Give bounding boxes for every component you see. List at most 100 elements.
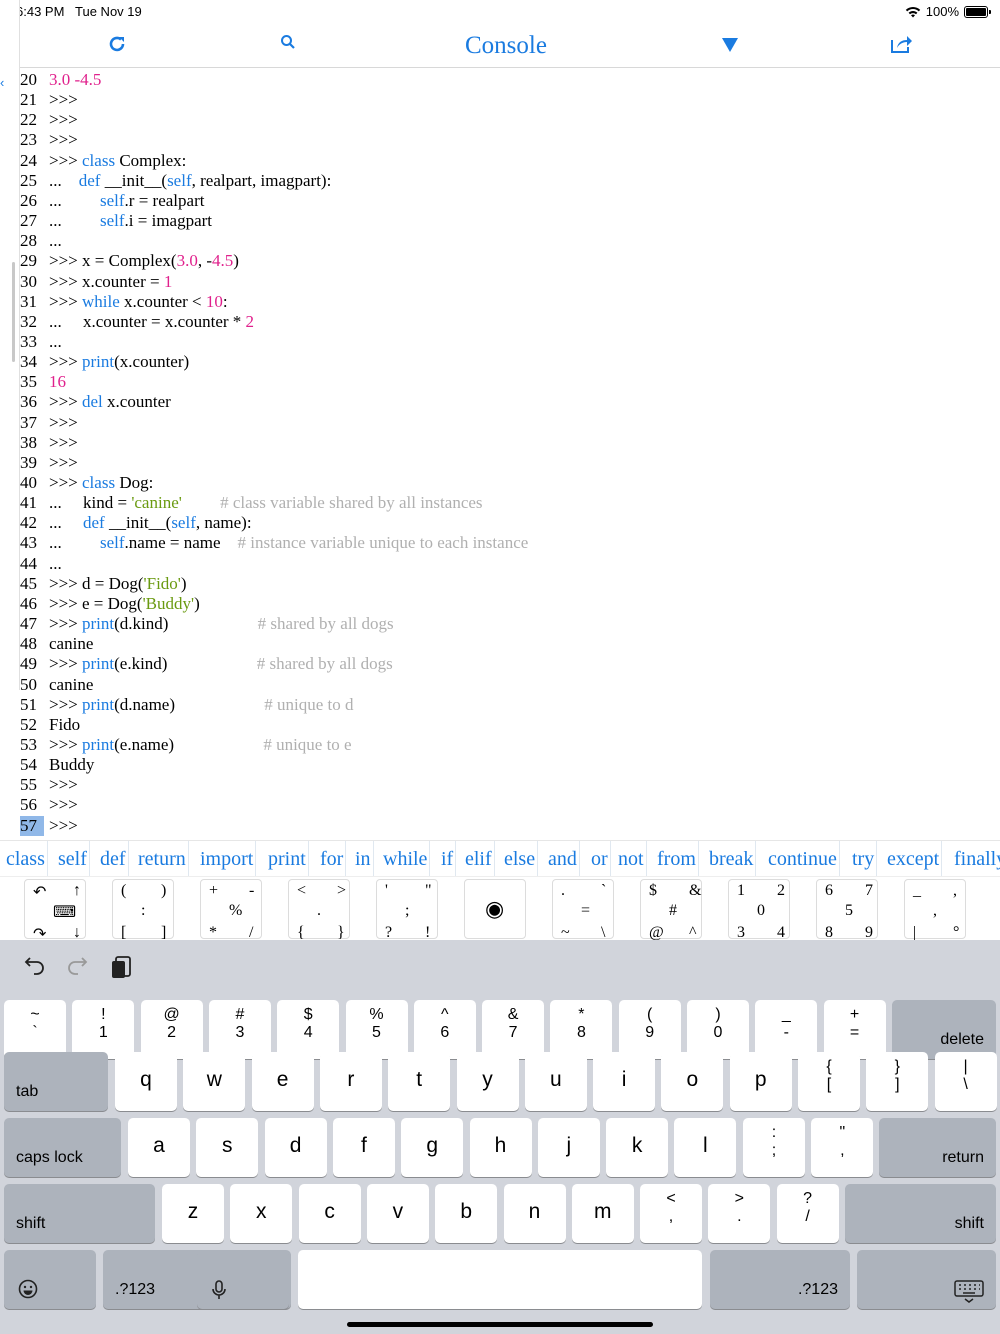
keyword-or[interactable]: or — [589, 841, 611, 876]
key-b[interactable]: b — [435, 1184, 498, 1243]
key--[interactable]: _ - — [755, 1000, 818, 1059]
symbol-key-brackets[interactable]: ():[] — [112, 879, 174, 941]
redo-icon[interactable] — [66, 954, 88, 982]
keyword-import[interactable]: import — [198, 841, 257, 876]
shift-right-key[interactable]: shift — [845, 1184, 996, 1243]
share-icon[interactable] — [890, 34, 912, 59]
key-a[interactable]: a — [128, 1118, 190, 1177]
keyword-not[interactable]: not — [616, 841, 647, 876]
keyword-def[interactable]: def — [98, 841, 129, 876]
symbol-key-record[interactable]: ◉ — [464, 879, 526, 939]
symbol-key-dollar[interactable]: $ & # @ ^ — [640, 879, 702, 941]
keyword-except[interactable]: except — [885, 841, 943, 876]
key-r[interactable]: r — [319, 1052, 382, 1111]
key-2[interactable]: @2 — [140, 1000, 203, 1059]
key-s[interactable]: s — [196, 1118, 259, 1177]
keyword-in[interactable]: in — [353, 841, 374, 876]
key-5[interactable]: % 5 — [345, 1000, 408, 1059]
keyword-if[interactable]: if — [439, 841, 457, 876]
key-x[interactable]: x — [230, 1184, 293, 1243]
key-o[interactable]: o — [661, 1052, 724, 1111]
caps-lock-key[interactable]: caps lock — [4, 1118, 121, 1177]
symbol-key-digits1[interactable]: 12034 — [728, 879, 790, 941]
keyword-elif[interactable]: elif — [463, 841, 495, 876]
symbol-key-undo-redo[interactable]: ↶ ↑ ⌨ ↷ ↓ — [24, 879, 86, 943]
back-chevron-icon[interactable]: ‹ — [0, 75, 4, 90]
symbol-key-equals[interactable]: . ` = ~ \ — [552, 879, 614, 941]
key-l[interactable]: l — [674, 1118, 737, 1177]
key-t[interactable]: t — [388, 1052, 451, 1111]
symbol-key-digits2[interactable]: 67589 — [816, 879, 878, 941]
key-h[interactable]: h — [469, 1118, 532, 1177]
key-1[interactable]: ! 1 — [72, 1000, 135, 1059]
home-indicator[interactable] — [347, 1322, 653, 1327]
key-j[interactable]: j — [537, 1118, 600, 1177]
key-z[interactable]: z — [162, 1184, 224, 1243]
key-e[interactable]: e — [251, 1052, 314, 1111]
search-icon[interactable] — [280, 34, 296, 55]
keyword-continue[interactable]: continue — [766, 841, 840, 876]
key-y[interactable]: y — [456, 1052, 519, 1111]
key-v[interactable]: v — [366, 1184, 429, 1243]
key-0[interactable]: ) 0 — [687, 1000, 749, 1059]
key-=[interactable]: + = — [823, 1000, 886, 1059]
keyword-else[interactable]: else — [502, 841, 539, 876]
keyword-return[interactable]: return — [136, 841, 189, 876]
refresh-icon[interactable] — [107, 34, 127, 59]
microphone-icon[interactable] — [197, 1250, 289, 1309]
symbol-key-compare[interactable]: < >.{} — [288, 879, 350, 941]
key-c[interactable]: c — [298, 1184, 361, 1243]
keyword-for[interactable]: for — [318, 841, 347, 876]
keyword-from[interactable]: from — [655, 841, 699, 876]
key-\[interactable]: | \ — [934, 1052, 997, 1111]
keyword-class[interactable]: class — [4, 841, 48, 876]
key-7[interactable]: & 7 — [482, 1000, 545, 1059]
delete-key[interactable]: delete — [892, 1000, 996, 1059]
key-8[interactable]: * 8 — [550, 1000, 613, 1059]
keyword-self[interactable]: self — [56, 841, 90, 876]
key-4[interactable]: $4 — [277, 1000, 340, 1059]
key-/[interactable]: ? / — [776, 1184, 839, 1243]
key-][interactable]: }] — [866, 1052, 929, 1111]
console-output[interactable]: 20 3.0 -4.5 21 >>> 22 >>> 23 >>> 24 >>> class Com… — [20, 68, 1000, 840]
key-d[interactable]: d — [264, 1118, 327, 1177]
tab-key[interactable]: tab — [4, 1052, 108, 1111]
triangle-down-icon[interactable] — [722, 38, 738, 57]
key-;[interactable]: :; — [743, 1118, 805, 1177]
key-.[interactable]: >. — [708, 1184, 771, 1243]
keyword-finally[interactable]: finally — [952, 841, 1000, 876]
key-6[interactable]: ^ 6 — [413, 1000, 476, 1059]
symbol-key-underscore[interactable]: _,, | ° — [904, 879, 966, 941]
key-,[interactable]: ", — [811, 1118, 874, 1177]
numbers-right-key[interactable]: .?123 — [710, 1250, 850, 1309]
keyword-print[interactable]: print — [266, 841, 309, 876]
keyword-try[interactable]: try — [850, 841, 878, 876]
keyword-while[interactable]: while — [381, 841, 431, 876]
key-m[interactable]: m — [571, 1184, 634, 1243]
key-w[interactable]: w — [183, 1052, 246, 1111]
keyword-break[interactable]: break — [707, 841, 757, 876]
key-`[interactable]: ~ ` — [4, 1000, 66, 1059]
left-panel-edge[interactable]: ‹ — [0, 0, 20, 690]
shift-left-key[interactable]: shift — [4, 1184, 155, 1243]
clipboard-icon[interactable] — [110, 954, 134, 986]
key-k[interactable]: k — [606, 1118, 669, 1177]
scroll-indicator[interactable] — [12, 262, 15, 362]
key-n[interactable]: n — [503, 1184, 566, 1243]
key-f[interactable]: f — [332, 1118, 395, 1177]
key-i[interactable]: i — [593, 1052, 656, 1111]
key-g[interactable]: g — [401, 1118, 464, 1177]
key-[[interactable]: {[ — [798, 1052, 860, 1111]
key-q[interactable]: q — [115, 1052, 177, 1111]
key-p[interactable]: p — [729, 1052, 792, 1111]
key-3[interactable]: #3 — [208, 1000, 271, 1059]
keyboard-dismiss-icon[interactable] — [857, 1250, 996, 1309]
space-key[interactable] — [298, 1250, 702, 1309]
undo-icon[interactable] — [24, 954, 46, 982]
symbol-key-math[interactable]: + -% * / — [200, 879, 262, 941]
emoji-icon[interactable] — [4, 1250, 96, 1309]
key-u[interactable]: u — [524, 1052, 587, 1111]
key-,[interactable]: <, — [640, 1184, 702, 1243]
key-9[interactable]: (9 — [618, 1000, 681, 1059]
return-key[interactable]: return — [879, 1118, 996, 1177]
